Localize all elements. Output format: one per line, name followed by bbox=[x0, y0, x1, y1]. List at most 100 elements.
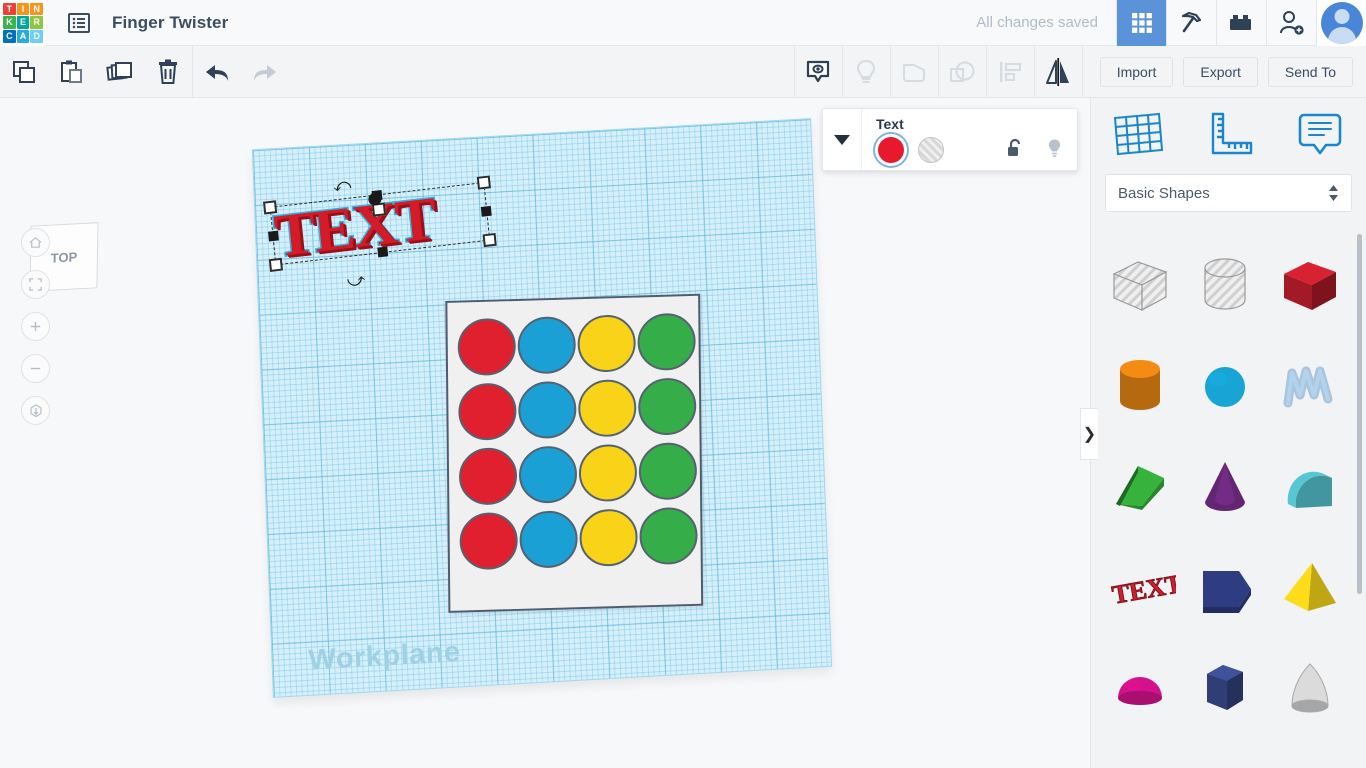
shape-half-sphere[interactable] bbox=[1097, 637, 1182, 738]
invite-button[interactable] bbox=[1266, 0, 1316, 46]
undo-arrow-icon bbox=[206, 64, 228, 81]
updown-chevrons-icon bbox=[1329, 185, 1338, 201]
board-dot[interactable] bbox=[518, 380, 577, 440]
hole-swatch[interactable] bbox=[918, 137, 944, 163]
board-dot[interactable] bbox=[457, 317, 517, 377]
highlight-button[interactable] bbox=[841, 45, 890, 98]
resize-handle-right[interactable] bbox=[480, 205, 492, 217]
selection-bounding-box: ⤺ ⤻ bbox=[262, 175, 497, 290]
zoom-out-button[interactable] bbox=[21, 354, 50, 383]
tab-workplane[interactable] bbox=[1091, 108, 1183, 160]
group-button[interactable] bbox=[889, 45, 938, 98]
board-dot[interactable] bbox=[578, 378, 637, 438]
align-icon bbox=[1000, 61, 1022, 82]
board-dot[interactable] bbox=[579, 508, 638, 567]
resize-handle-bottom[interactable] bbox=[377, 246, 389, 258]
show-hide-button[interactable] bbox=[793, 45, 842, 98]
solid-color-swatch[interactable] bbox=[878, 137, 904, 163]
codeblocks-button[interactable] bbox=[1166, 0, 1216, 46]
ungroup-button[interactable] bbox=[937, 45, 986, 98]
finger-twister-board[interactable] bbox=[445, 293, 704, 613]
chevron-down-icon[interactable] bbox=[823, 109, 862, 170]
shape-sphere[interactable] bbox=[1182, 334, 1267, 435]
toolbar-divider-2 bbox=[1081, 45, 1090, 98]
shape-cylinder[interactable] bbox=[1097, 334, 1182, 435]
inspector-title: Text bbox=[876, 116, 904, 132]
send-to-button[interactable]: Send To bbox=[1267, 56, 1353, 87]
board-dot[interactable] bbox=[517, 315, 576, 375]
shape-hexagonal-prism[interactable] bbox=[1182, 637, 1267, 738]
shape-polygon[interactable] bbox=[1182, 536, 1267, 637]
shape-cylinder-hole[interactable] bbox=[1182, 233, 1267, 334]
hamburger-list-icon[interactable] bbox=[64, 8, 94, 38]
board-dot[interactable] bbox=[639, 506, 698, 566]
tinkercad-logo[interactable]: TIN KER CAD bbox=[0, 0, 46, 46]
board-dot[interactable] bbox=[638, 441, 698, 501]
board-dot[interactable] bbox=[458, 382, 517, 441]
dot-cell bbox=[458, 444, 518, 508]
shape-box[interactable] bbox=[1268, 233, 1353, 334]
rotate-handle-bottom[interactable]: ⤻ bbox=[346, 270, 366, 292]
export-button[interactable]: Export bbox=[1183, 56, 1258, 87]
chevron-right-icon[interactable]: ❯ bbox=[1080, 408, 1098, 460]
tinkercad-app: TIN KER CAD Finger Twister All changes sav… bbox=[0, 0, 1366, 768]
board-dot[interactable] bbox=[578, 443, 638, 503]
design-canvas[interactable]: Workplane TEXT ⤺ ⤻ TOP bbox=[0, 98, 1090, 768]
delete-button[interactable] bbox=[144, 46, 192, 98]
board-dot[interactable] bbox=[458, 447, 518, 506]
shape-torus[interactable] bbox=[1097, 738, 1182, 768]
avatar[interactable] bbox=[1316, 0, 1366, 46]
mirror-button[interactable] bbox=[1033, 45, 1082, 98]
resize-handle-tl[interactable] bbox=[262, 200, 278, 215]
shape-heart[interactable] bbox=[1268, 738, 1353, 768]
board-dot[interactable] bbox=[637, 377, 697, 436]
designs-grid-button[interactable] bbox=[1116, 0, 1166, 46]
tab-ruler[interactable] bbox=[1183, 109, 1275, 159]
home-view-button[interactable] bbox=[21, 228, 50, 257]
board-dot[interactable] bbox=[459, 511, 518, 571]
copy-button[interactable] bbox=[0, 46, 48, 98]
shape-tube[interactable] bbox=[1182, 738, 1267, 768]
shape-wedge[interactable] bbox=[1097, 435, 1182, 536]
shape-box-hole[interactable] bbox=[1097, 233, 1182, 334]
perspective-toggle-button[interactable] bbox=[21, 396, 50, 425]
rotate-handle-top[interactable]: ⤺ bbox=[332, 175, 352, 197]
shape-scribble[interactable] bbox=[1268, 334, 1353, 435]
panel-scrollbar[interactable] bbox=[1357, 234, 1362, 594]
fit-to-view-button[interactable] bbox=[21, 270, 50, 299]
unlock-icon[interactable] bbox=[1006, 138, 1024, 163]
resize-handle-left[interactable] bbox=[268, 230, 279, 242]
workplane[interactable]: Workplane TEXT ⤺ ⤻ bbox=[251, 118, 833, 698]
lightbulb-icon bbox=[857, 59, 876, 83]
lightbulb-icon[interactable] bbox=[1046, 138, 1063, 163]
undo-button[interactable] bbox=[193, 46, 241, 98]
duplicate-icon bbox=[106, 61, 132, 81]
board-dot[interactable] bbox=[518, 445, 578, 504]
zoom-in-button[interactable] bbox=[21, 312, 50, 341]
main-toolbar: Import Export Send To bbox=[0, 45, 1366, 98]
shape-category-select[interactable]: Basic Shapes bbox=[1105, 174, 1352, 212]
dot-cell bbox=[637, 374, 697, 438]
align-button[interactable] bbox=[985, 45, 1034, 98]
app-header: TIN KER CAD Finger Twister All changes sav… bbox=[0, 0, 1366, 46]
resize-handle-tr[interactable] bbox=[476, 175, 491, 190]
tab-note[interactable] bbox=[1274, 108, 1366, 160]
resize-handle-br[interactable] bbox=[482, 232, 497, 248]
shape-paraboloid[interactable] bbox=[1268, 637, 1353, 738]
text-object[interactable]: TEXT ⤺ ⤻ bbox=[261, 171, 499, 290]
duplicate-button[interactable] bbox=[96, 46, 144, 98]
resize-handle-bl[interactable] bbox=[268, 257, 284, 272]
redo-button[interactable] bbox=[241, 46, 289, 98]
logo-tile-d: D bbox=[30, 29, 43, 43]
import-button[interactable]: Import bbox=[1099, 56, 1174, 87]
board-dot[interactable] bbox=[519, 510, 578, 569]
shape-cone[interactable] bbox=[1182, 435, 1267, 536]
shape-text[interactable]: TEXT bbox=[1097, 536, 1182, 637]
paste-button[interactable] bbox=[48, 46, 96, 98]
shape-pyramid[interactable] bbox=[1268, 536, 1353, 637]
shape-roof[interactable] bbox=[1268, 435, 1353, 536]
logo-tile-c: C bbox=[3, 29, 16, 43]
board-dot[interactable] bbox=[577, 314, 636, 373]
blocks-button[interactable] bbox=[1216, 0, 1266, 46]
board-dot[interactable] bbox=[637, 312, 696, 372]
